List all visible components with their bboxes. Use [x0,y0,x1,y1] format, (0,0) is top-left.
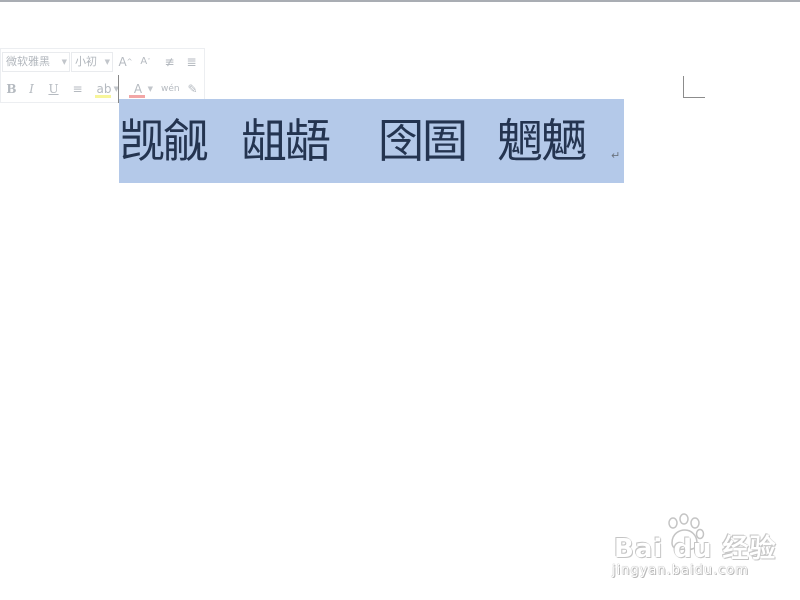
text-selection[interactable]: 觊觎 龃龉 囹圄 魍魉 ↵ [119,99,624,183]
italic-button[interactable]: I [23,80,40,98]
italic-icon: I [29,82,34,96]
format-painter-icon: ✎ [187,82,198,96]
highlight-color-swatch [95,95,111,98]
mini-toolbar-row-format: B I U ≡ ab ▼ A ▼ wén ✎ [1,78,206,100]
underline-icon: U [48,82,59,96]
highlight-button[interactable]: ab ▼ [93,80,119,98]
window-top-border [0,0,800,2]
word-group-4[interactable]: 魍魉 [497,113,587,169]
page-margin-corner-mark [683,76,705,98]
phonetic-guide-icon: wén [161,84,180,94]
paragraph-mark-icon: ↵ [611,149,621,162]
decrease-indent-icon: ≢ [164,55,175,69]
decrease-indent-button[interactable]: ≢ [161,53,178,71]
chevron-down-icon: ▼ [147,85,153,93]
center-align-button[interactable]: ≡ [69,80,86,98]
bold-icon: B [6,82,17,96]
grow-font-button[interactable]: A^ [117,53,134,71]
grow-font-icon: A [118,55,127,69]
watermark-brand: Bai du 经验 [614,534,777,564]
caret-down-icon: ˇ [147,58,151,66]
font-color-button[interactable]: A ▼ [127,80,153,98]
underline-button[interactable]: U [45,80,62,98]
mini-toolbar-row-font: 微软雅黑 ▼ 小初 ▼ A^ Aˇ ≢ ≣ [1,51,206,73]
word-group-2[interactable]: 龃龉 [241,113,331,169]
font-name-select[interactable]: 微软雅黑 ▼ [2,52,70,72]
align-center-icon: ≡ [72,82,83,96]
chevron-down-icon: ▼ [61,58,67,66]
watermark-url: jingyan.baidu.com [612,563,749,578]
increase-indent-button[interactable]: ≣ [183,53,200,71]
font-size-value: 小初 [75,55,97,68]
word-group-3[interactable]: 囹圄 [378,113,468,169]
format-painter-button[interactable]: ✎ [184,80,201,98]
caret-up-icon: ^ [126,58,133,66]
font-color-swatch [129,95,145,98]
shrink-font-button[interactable]: Aˇ [137,53,154,71]
bold-button[interactable]: B [3,80,20,98]
font-size-select[interactable]: 小初 ▼ [71,52,113,72]
chevron-down-icon: ▼ [104,58,110,66]
font-name-value: 微软雅黑 [6,55,50,68]
font-color-icon: A [133,82,143,96]
phonetic-guide-button[interactable]: wén [161,80,180,98]
mini-toolbar: 微软雅黑 ▼ 小初 ▼ A^ Aˇ ≢ ≣ B I U ≡ ab ▼ A ▼ w… [0,48,205,103]
increase-indent-icon: ≣ [186,55,197,69]
word-group-1[interactable]: 觊觎 [119,113,209,169]
highlighter-icon: ab [96,82,112,96]
